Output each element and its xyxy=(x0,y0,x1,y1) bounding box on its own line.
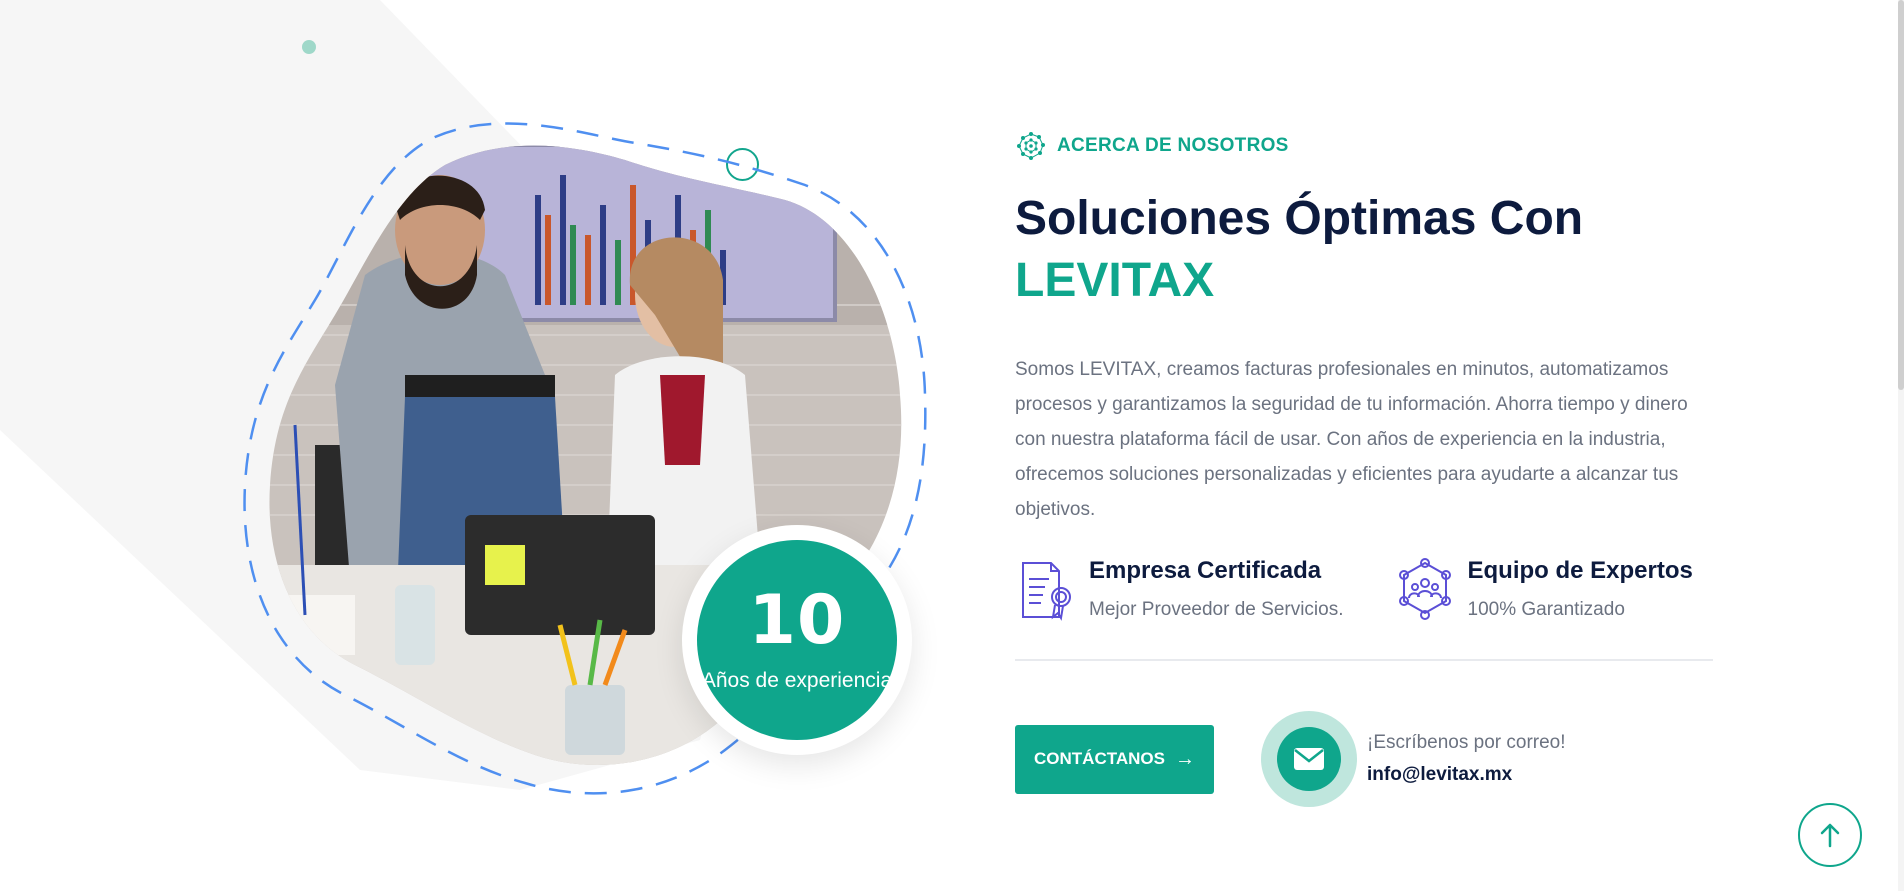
arrow-up-icon xyxy=(1820,823,1840,848)
decorative-dot xyxy=(302,40,316,54)
feature-item-experts: Equipo de Expertos 100% Garantizado xyxy=(1394,557,1693,623)
title-line-2: LEVITAX xyxy=(1015,254,1215,307)
contact-button[interactable]: CONTÁCTANOS → xyxy=(1015,724,1214,794)
email-address-link[interactable]: info@levitax.mx xyxy=(1367,764,1566,786)
experience-label: Años de experiencia xyxy=(701,669,893,692)
about-content: ACERCA DE NOSOTROS Soluciones Óptimas Co… xyxy=(1015,130,1715,807)
section-title: Soluciones Óptimas Con LEVITAX xyxy=(1015,188,1715,312)
feature-text: Equipo de Expertos 100% Garantizado xyxy=(1468,557,1693,621)
scrollbar-thumb[interactable] xyxy=(1898,0,1904,390)
experience-badge: 10 Años de experiencia xyxy=(682,525,912,755)
feature-title: Empresa Certificada xyxy=(1089,557,1322,584)
feature-text: Empresa Certificada Mejor Proveedor de S… xyxy=(1089,557,1344,621)
email-contact: ¡Escríbenos por correo! info@levitax.mx xyxy=(1261,711,1566,807)
page-scrollbar[interactable] xyxy=(1898,0,1904,891)
features-list: Empresa Certificada Mejor Proveedor de S… xyxy=(1015,557,1715,623)
email-text: ¡Escríbenos por correo! info@levitax.mx xyxy=(1367,732,1566,786)
section-eyebrow: ACERCA DE NOSOTROS xyxy=(1015,130,1715,162)
contact-button-label: CONTÁCTANOS xyxy=(1034,749,1165,768)
logo-mark-icon xyxy=(1017,132,1045,160)
experience-circle: 10 Años de experiencia xyxy=(697,540,897,740)
section-description: Somos LEVITAX, creamos facturas profesio… xyxy=(1015,359,1688,520)
feature-title: Equipo de Expertos xyxy=(1467,557,1693,584)
about-section: 10 Años de experiencia ACERCA DE NOSOTRO… xyxy=(0,0,1904,891)
feature-subtitle: Mejor Proveedor de Servicios. xyxy=(1089,599,1344,620)
certificate-icon xyxy=(1022,562,1071,621)
scroll-to-top-button[interactable] xyxy=(1798,803,1862,867)
email-label: ¡Escríbenos por correo! xyxy=(1367,732,1566,753)
arrow-right-icon: → xyxy=(1174,748,1195,770)
section-divider xyxy=(1015,659,1713,661)
team-network-icon xyxy=(1398,558,1451,620)
cta-row: CONTÁCTANOS → ¡Escríbenos por correo! in… xyxy=(1015,711,1715,807)
envelope-icon xyxy=(1294,748,1324,770)
feature-item-certified: Empresa Certificada Mejor Proveedor de S… xyxy=(1015,557,1344,623)
email-icon-circle[interactable] xyxy=(1261,711,1357,807)
eyebrow-label: ACERCA DE NOSOTROS xyxy=(1057,135,1289,156)
experience-years: 10 xyxy=(748,581,846,660)
title-line-1: Soluciones Óptimas Con xyxy=(1015,192,1584,245)
feature-subtitle: 100% Garantizado xyxy=(1467,599,1625,620)
